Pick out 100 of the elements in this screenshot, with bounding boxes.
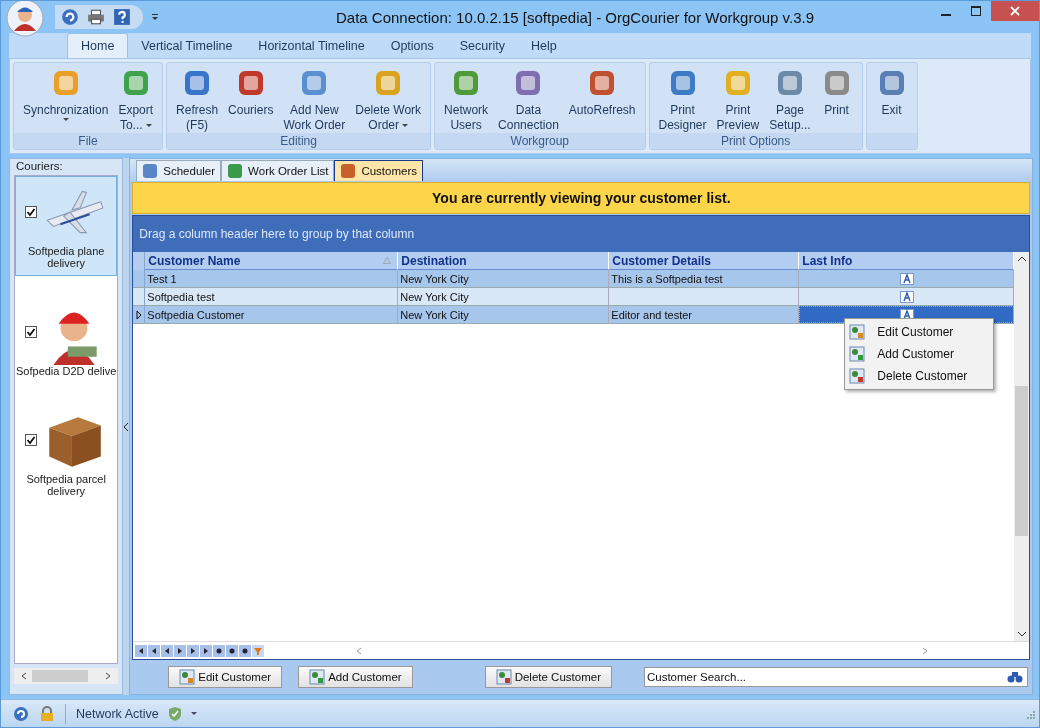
group-label: Print Options <box>649 133 862 149</box>
view-tab[interactable]: Scheduler <box>136 160 222 181</box>
ribbon-tab[interactable]: Security <box>446 34 518 58</box>
ribbon-button[interactable]: Export To... <box>113 63 159 133</box>
ribbon-button[interactable]: Data Connection <box>493 63 564 133</box>
navigator-icon[interactable] <box>187 644 200 657</box>
ribbon-button[interactable]: Print Designer <box>653 63 712 133</box>
group-label: Workgroup <box>435 133 645 149</box>
refresh-icon[interactable] <box>13 705 29 722</box>
user-card-icon <box>849 346 866 362</box>
ribbon-button[interactable]: Page Setup... <box>764 63 816 133</box>
navigator-icon[interactable] <box>135 644 148 657</box>
scrollbar[interactable] <box>1014 252 1030 641</box>
navigator-icon[interactable] <box>174 644 187 657</box>
view-tab[interactable]: Work Order List <box>221 160 335 181</box>
navigator-icon[interactable] <box>200 644 213 657</box>
tab-icon <box>227 163 244 179</box>
courier-item[interactable]: Softpedia parcel delivery <box>15 404 118 504</box>
checkbox[interactable] <box>25 434 38 446</box>
shield-icon <box>166 705 183 722</box>
checkbox[interactable] <box>25 326 38 338</box>
menu-item[interactable]: Add Customer <box>845 343 994 365</box>
action-button[interactable]: Add Customer <box>298 666 413 688</box>
document-icon <box>900 290 915 303</box>
sort-ascending-icon <box>383 257 392 264</box>
table-row[interactable]: Softpedia Customer New York City Editor and tester <box>133 306 1015 324</box>
app-logo-icon[interactable] <box>5 1 45 38</box>
courier-item[interactable]: Softpedia plane delivery <box>15 176 118 276</box>
navigator-icon[interactable] <box>226 644 239 657</box>
ribbon-button[interactable]: Network Users <box>439 63 494 133</box>
maximize-icon <box>971 6 981 16</box>
ribbon-tab[interactable]: Vertical Timeline <box>128 34 246 58</box>
minimize-icon <box>941 14 951 16</box>
navigator-icon[interactable] <box>213 644 226 657</box>
table-cell: Softpedia test <box>147 290 215 303</box>
courier-name: Softpedia parcel delivery <box>26 473 106 497</box>
printer-icon[interactable] <box>87 8 105 26</box>
group-label: File <box>14 133 163 149</box>
table-cell: Softpedia Customer <box>147 308 245 321</box>
ribbon-button[interactable]: Add New Work Order <box>278 63 351 133</box>
ribbon-button[interactable]: Print Preview <box>711 63 765 133</box>
caret-icon <box>145 123 152 128</box>
ribbon-tab[interactable]: Help <box>517 34 570 58</box>
ribbon-button[interactable]: Synchronization <box>18 63 114 133</box>
action-button[interactable]: Edit Customer <box>168 666 283 688</box>
network-dropdown[interactable]: Network Active <box>65 703 203 724</box>
user-card-icon <box>179 669 196 685</box>
help-icon[interactable] <box>113 8 131 26</box>
menu-item[interactable]: Delete Customer <box>845 365 994 387</box>
courier-name: Softpedia plane delivery <box>27 245 105 269</box>
search-field[interactable]: Customer Search... <box>643 667 1028 687</box>
binoculars-icon[interactable] <box>1006 671 1023 683</box>
ribbon-button[interactable]: AutoRefresh <box>563 63 641 133</box>
group-hint: Drag a column header here to group by that column <box>139 227 415 241</box>
banner-text: You are currently viewing your customer list. <box>432 190 731 206</box>
user-card-icon <box>849 368 866 384</box>
ribbon-button[interactable]: Delete Work Order <box>350 63 427 133</box>
tab-icon <box>142 163 159 179</box>
table-row[interactable]: Softpedia test New York City <box>133 288 1015 306</box>
navigator-icon[interactable] <box>148 644 161 657</box>
scrollbar[interactable] <box>14 668 119 684</box>
ribbon-button[interactable]: Couriers <box>223 63 279 133</box>
group-label: Editing <box>167 133 431 149</box>
menu-item[interactable]: Edit Customer <box>845 321 994 343</box>
ribbon-tab[interactable]: Options <box>377 34 447 58</box>
user-card-icon <box>495 669 512 685</box>
row-pointer-icon <box>135 309 142 320</box>
navigator-icon[interactable] <box>161 644 174 657</box>
table-cell: Test 1 <box>147 272 177 285</box>
lock-icon[interactable] <box>39 705 55 722</box>
customize-caret-icon[interactable] <box>151 13 159 21</box>
resize-grip-icon[interactable] <box>1025 708 1035 719</box>
view-tab[interactable]: Customers <box>334 160 423 181</box>
tab-icon <box>340 163 357 179</box>
table-cell: New York City <box>400 308 469 321</box>
window-title: Data Connection: 10.0.2.15 [softpedia] - OrgCourier for Workgroup v.3.9 <box>335 8 815 26</box>
refresh-icon[interactable] <box>61 8 79 26</box>
caret-icon <box>190 711 197 716</box>
table-cell: New York City <box>400 290 469 303</box>
panel-title: Couriers: <box>15 159 64 173</box>
ribbon-tab[interactable]: Horizontal Timeline <box>245 34 378 58</box>
ribbon-button[interactable]: Refresh (F5) <box>171 63 224 133</box>
caret-icon <box>402 123 408 128</box>
user-card-icon <box>849 324 866 340</box>
courier-name: Sofpedia D2D delive <box>16 365 117 377</box>
document-icon <box>900 272 915 285</box>
table-row[interactable]: Test 1 New York City This is a Softpedia test <box>133 270 1015 288</box>
checkbox[interactable] <box>25 206 38 218</box>
courier-item[interactable]: Sofpedia D2D delive <box>15 296 118 384</box>
caret-icon <box>62 118 69 122</box>
group-footer <box>866 133 917 149</box>
navigator-icon[interactable] <box>239 644 252 657</box>
close-icon <box>1010 6 1020 16</box>
action-button[interactable]: Delete Customer <box>484 666 612 688</box>
user-card-icon <box>309 669 326 685</box>
table-cell: Editor and tester <box>611 308 692 321</box>
ribbon-button[interactable]: Print <box>815 63 858 133</box>
ribbon-tab[interactable]: Home <box>67 33 129 58</box>
table-cell: This is a Softpedia test <box>611 272 723 285</box>
table-cell: New York City <box>400 272 469 285</box>
